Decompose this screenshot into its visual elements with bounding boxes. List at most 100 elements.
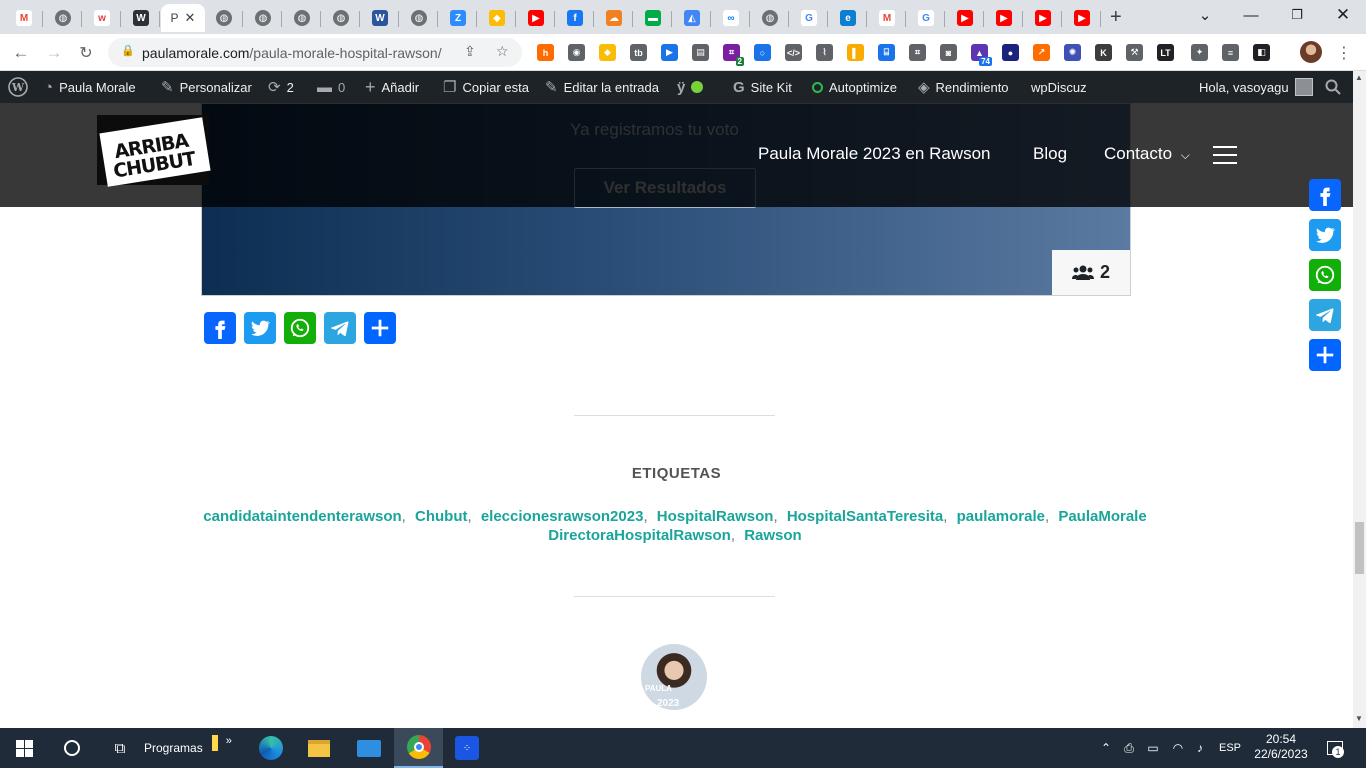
bookmark-star-icon[interactable]: ☆ xyxy=(496,43,509,60)
tab[interactable]: ◍ xyxy=(400,4,438,32)
programas-toolbar[interactable]: Programas » xyxy=(144,728,234,768)
nav-item-contacto[interactable]: Contacto ⌵ xyxy=(1104,144,1190,164)
url-text[interactable]: paulamorale.com/paula-morale-hospital-ra… xyxy=(142,45,442,61)
tool-ext-icon[interactable]: ⚒ xyxy=(1126,44,1143,61)
k-ext-icon[interactable]: K xyxy=(1095,44,1112,61)
floating-telegram-share-button[interactable] xyxy=(1309,299,1341,331)
tab[interactable]: ◍ xyxy=(205,4,243,32)
battery-icon[interactable]: ▭ xyxy=(1143,728,1163,768)
adminbar-wpdiscuz[interactable]: wpDiscuz xyxy=(1031,71,1087,103)
tag-link[interactable]: HospitalSantaTeresita xyxy=(787,508,943,525)
telegram-share-button[interactable] xyxy=(324,312,356,344)
wordpress-logo-icon[interactable]: W xyxy=(8,71,28,103)
reload-icon[interactable]: ↻ xyxy=(73,40,99,66)
tab[interactable]: ▶ xyxy=(1063,4,1101,32)
adminbar-add-new[interactable]: + Añadir xyxy=(365,71,419,103)
grad-ext-icon[interactable]: ▲ 74 xyxy=(971,44,992,66)
tab[interactable]: ▶ xyxy=(946,4,984,32)
crop-ext-icon[interactable]: ⌗ xyxy=(909,44,926,61)
tab[interactable]: ▶ xyxy=(517,4,555,32)
restore-button[interactable]: ❐ xyxy=(1274,0,1320,30)
scroll-up-icon[interactable]: ▲ xyxy=(1355,73,1363,82)
tab[interactable]: ◍ xyxy=(44,4,82,32)
adminbar-site-kit[interactable]: G Site Kit xyxy=(733,71,792,103)
tab[interactable]: ◍ xyxy=(751,4,789,32)
chrome-taskbar-icon[interactable] xyxy=(394,728,443,768)
adminbar-customize[interactable]: ✎ Personalizar xyxy=(161,71,252,103)
floating-facebook-share-button[interactable] xyxy=(1309,179,1341,211)
adminbar-site-name[interactable]: ◔ Paula Morale xyxy=(44,71,136,103)
tab[interactable]: ◭ xyxy=(673,4,711,32)
translate-ext-icon[interactable]: ⌸ xyxy=(878,44,895,61)
tray-chevron-icon[interactable]: ⌃ xyxy=(1096,728,1116,768)
whatsapp-share-button[interactable] xyxy=(284,312,316,344)
seo-ext-icon[interactable]: ◉ xyxy=(568,44,585,61)
clock[interactable]: 20:54 22/6/2023 xyxy=(1254,732,1308,762)
floating-whatsapp-share-button[interactable] xyxy=(1309,259,1341,291)
adminbar-comments[interactable]: ▬ 0 xyxy=(317,71,345,103)
adminbar-performance[interactable]: ◈ Rendimiento xyxy=(918,71,1009,103)
search-taskbar-icon[interactable] xyxy=(48,728,96,768)
profile-avatar[interactable] xyxy=(1300,41,1322,63)
tab-search-icon[interactable]: ⌄ xyxy=(1182,0,1228,30)
hamburger-menu-icon[interactable] xyxy=(1213,146,1237,164)
bar-ext-icon[interactable]: ▌ xyxy=(847,44,864,61)
playlist-icon[interactable]: ≡ xyxy=(1222,44,1239,61)
facebook-share-button[interactable] xyxy=(204,312,236,344)
tab[interactable]: W xyxy=(122,4,160,32)
adminbar-search-icon[interactable] xyxy=(1325,71,1341,103)
volume-icon[interactable]: ♪ xyxy=(1190,728,1210,768)
tab[interactable]: ◆ xyxy=(478,4,516,32)
share-share-button[interactable] xyxy=(364,312,396,344)
circle-ext-icon[interactable]: ○ xyxy=(754,44,771,61)
scroll-down-icon[interactable]: ▼ xyxy=(1355,714,1363,723)
address-bar[interactable]: 🔒 paulamorale.com/paula-morale-hospital-… xyxy=(108,38,522,67)
tab[interactable]: w xyxy=(83,4,121,32)
form-ext-icon[interactable]: ▤ xyxy=(692,44,709,61)
tag-link[interactable]: HospitalRawson xyxy=(657,508,774,525)
tag-link[interactable]: candidataintendenterawson xyxy=(203,508,401,525)
task-view-icon[interactable]: ⧉ xyxy=(96,728,144,768)
notification-center-icon[interactable]: 1 xyxy=(1320,728,1350,768)
tab[interactable]: M xyxy=(5,4,43,32)
edge-taskbar-icon[interactable] xyxy=(247,728,295,768)
chart-ext-icon[interactable]: ↗ xyxy=(1033,44,1050,61)
play-ext-icon[interactable]: ▶ xyxy=(661,44,678,61)
honey-ext-icon[interactable]: h xyxy=(537,44,554,61)
tab[interactable]: ▶ xyxy=(985,4,1023,32)
meet-now-icon[interactable]: ⎙ xyxy=(1120,728,1138,768)
twitter-share-button[interactable] xyxy=(244,312,276,344)
adminbar-edit-post[interactable]: ✎ Editar la entrada xyxy=(545,71,659,103)
tab[interactable]: G xyxy=(790,4,828,32)
code-ext-icon[interactable]: </> xyxy=(785,44,802,61)
forward-icon[interactable]: → xyxy=(41,40,67,66)
floating-share-share-button[interactable] xyxy=(1309,339,1341,371)
gear-ext-icon[interactable]: ✺ xyxy=(1064,44,1081,61)
tag-link[interactable]: Chubut xyxy=(415,508,467,525)
scrollbar-thumb[interactable] xyxy=(1355,522,1364,574)
language-indicator[interactable]: ESP xyxy=(1216,728,1244,768)
floating-twitter-share-button[interactable] xyxy=(1309,219,1341,251)
tab[interactable]: W xyxy=(361,4,399,32)
tag-link[interactable]: eleccionesrawson2023 xyxy=(481,508,644,525)
camera-ext-icon[interactable]: ◙ xyxy=(940,44,957,61)
side-panel-icon[interactable]: ◧ xyxy=(1253,44,1270,61)
pdf-ext-icon[interactable]: ⌇ xyxy=(816,44,833,61)
lt-ext-icon[interactable]: LT xyxy=(1157,44,1174,61)
tab[interactable]: ▬ xyxy=(634,4,672,32)
adminbar-autoptimize[interactable]: Autoptimize xyxy=(812,71,897,103)
mail-icon[interactable] xyxy=(345,728,393,768)
share-page-icon[interactable]: ⇪ xyxy=(464,43,476,60)
tag-link[interactable]: Rawson xyxy=(744,527,802,544)
tab-active[interactable]: P ✕ xyxy=(161,4,205,32)
adminbar-yoast[interactable]: ÿ xyxy=(677,71,704,103)
tab[interactable]: ∞ xyxy=(712,4,750,32)
site-logo[interactable]: ARRIBA CHUBUT xyxy=(97,115,211,187)
page-scrollbar[interactable]: ▲ ▼ xyxy=(1353,71,1366,728)
tab[interactable]: ◍ xyxy=(283,4,321,32)
adminbar-copy[interactable]: ❐ Copiar esta xyxy=(443,71,529,103)
tag-ext-icon[interactable]: ⌗ 2 xyxy=(723,44,744,66)
close-window-button[interactable]: ✕ xyxy=(1320,0,1366,30)
author-avatar[interactable]: PAULA 2023 xyxy=(641,644,707,710)
tab[interactable]: ☁ xyxy=(595,4,633,32)
